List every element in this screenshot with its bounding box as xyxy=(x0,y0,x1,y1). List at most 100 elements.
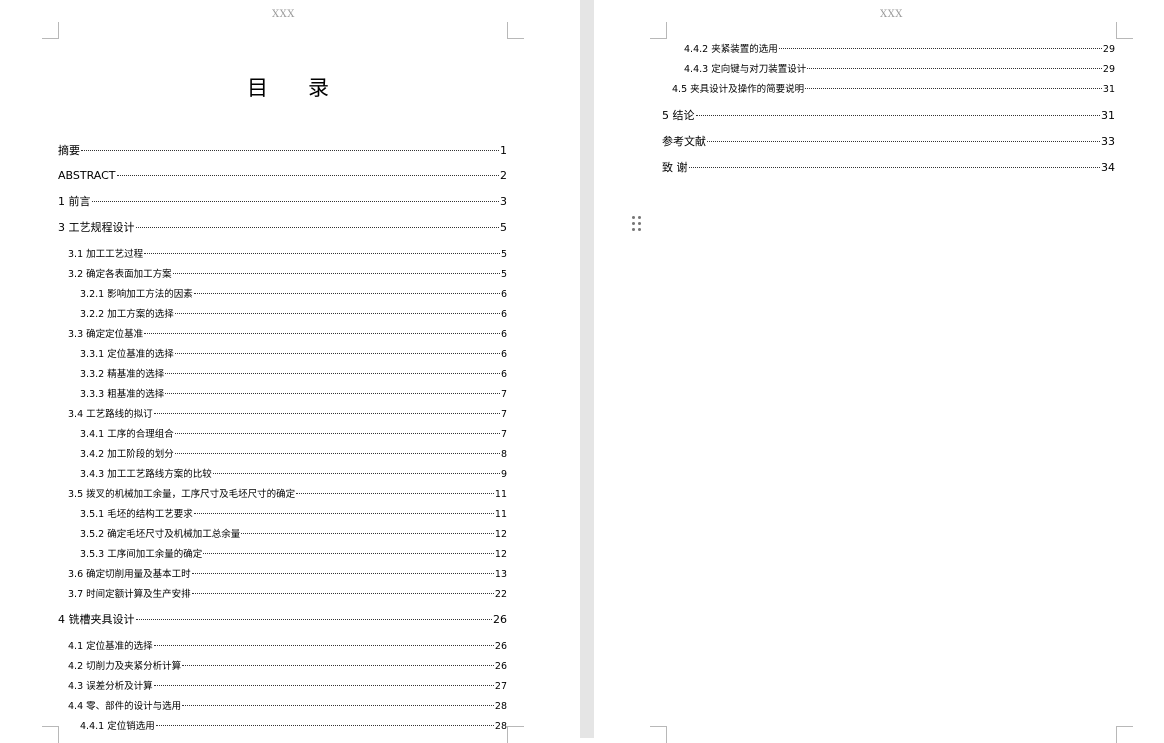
toc-entry[interactable]: 3.3.3 粗基准的选择 7 xyxy=(80,387,507,403)
toc-entry[interactable]: 参考文献 33 xyxy=(662,134,1115,150)
toc-entry-page-number: 7 xyxy=(500,429,507,440)
toc-entry-page-number: 33 xyxy=(1101,135,1115,148)
margin-corner-mark xyxy=(1116,726,1133,743)
toc-entry[interactable]: ABSTRACT 2 xyxy=(58,168,507,184)
toc-entry[interactable]: 4.3 误差分析及计算 27 xyxy=(68,679,507,695)
toc-entry[interactable]: 3.4.3 加工工艺路线方案的比较 9 xyxy=(80,467,507,483)
toc-entry-page-number: 26 xyxy=(494,641,507,652)
toc-entry[interactable]: 4 铣槽夹具设计 26 xyxy=(58,612,507,628)
toc-entry[interactable]: 1 前言 3 xyxy=(58,194,507,210)
toc-entry[interactable]: 3.2.1 影响加工方法的因素 6 xyxy=(80,287,507,303)
toc-dot-leader xyxy=(144,333,500,334)
toc-entry-label: 3.4.2 加工阶段的划分 xyxy=(80,449,174,460)
page-gutter xyxy=(580,0,594,738)
toc-entry[interactable]: 4.4.1 定位销选用 28 xyxy=(80,719,507,735)
toc-entry[interactable]: 3.6 确定切削用量及基本工时 13 xyxy=(68,567,507,583)
toc-entry[interactable]: 3.2.2 加工方案的选择 6 xyxy=(80,307,507,323)
toc-entry-page-number: 7 xyxy=(500,409,507,420)
margin-corner-mark xyxy=(507,726,524,743)
toc-entry-label: 1 前言 xyxy=(58,195,91,208)
toc-entry-page-number: 6 xyxy=(500,369,507,380)
toc-entry-label: ABSTRACT xyxy=(58,169,116,182)
margin-corner-mark xyxy=(650,22,667,39)
toc-dot-leader xyxy=(81,150,499,151)
toc-entry[interactable]: 3.5.1 毛坯的结构工艺要求 11 xyxy=(80,507,507,523)
toc-dot-leader xyxy=(203,553,494,554)
toc-entry[interactable]: 4.4.2 夹紧装置的选用 29 xyxy=(684,42,1115,58)
toc-entry[interactable]: 3.3.2 精基准的选择 6 xyxy=(80,367,507,383)
toc-entry[interactable]: 4.4 零、部件的设计与选用 28 xyxy=(68,699,507,715)
toc-entry-label: 3.2.2 加工方案的选择 xyxy=(80,309,174,320)
toc-dot-leader xyxy=(174,313,500,314)
toc-entry-page-number: 28 xyxy=(494,721,507,732)
toc-dot-leader xyxy=(172,273,500,274)
toc-dot-leader xyxy=(174,353,500,354)
toc-dot-leader xyxy=(241,533,494,534)
toc-dot-leader xyxy=(688,167,1100,168)
toc-entry[interactable]: 3.1 加工工艺过程 5 xyxy=(68,247,507,263)
toc-entry-label: 4.4.1 定位销选用 xyxy=(80,721,155,732)
toc-entry-page-number: 13 xyxy=(494,569,507,580)
toc-entry-label: 4.4 零、部件的设计与选用 xyxy=(68,701,182,712)
toc-entry-label: 致 谢 xyxy=(662,161,688,174)
toc-dot-leader xyxy=(707,141,1100,142)
toc-entry[interactable]: 3.4.1 工序的合理组合 7 xyxy=(80,427,507,443)
toc-entry-page-number: 26 xyxy=(494,661,507,672)
toc-entry-label: 3.1 加工工艺过程 xyxy=(68,249,144,260)
toc-entry[interactable]: 4.2 切削力及夹紧分析计算 26 xyxy=(68,659,507,675)
toc-dot-leader xyxy=(212,473,500,474)
toc-entry-page-number: 22 xyxy=(494,589,507,600)
toc-entry-page-number: 5 xyxy=(500,221,507,234)
toc-entry-page-number: 8 xyxy=(500,449,507,460)
toc-entry-label: 4.4.2 夹紧装置的选用 xyxy=(684,44,778,55)
toc-entry-label: 3.6 确定切削用量及基本工时 xyxy=(68,569,191,580)
page-header: XXX xyxy=(880,9,903,20)
toc-entry-page-number: 11 xyxy=(494,489,507,500)
toc-entry[interactable]: 3.3 确定定位基准 6 xyxy=(68,327,507,343)
toc-entry-page-number: 12 xyxy=(494,549,507,560)
margin-corner-mark xyxy=(507,22,524,39)
toc-entry-page-number: 31 xyxy=(1101,109,1115,122)
toc-dot-leader xyxy=(695,115,1100,116)
toc-dot-leader xyxy=(153,685,494,686)
toc-dot-leader xyxy=(135,227,499,228)
toc-entry-label: 3.4 工艺路线的拟订 xyxy=(68,409,153,420)
toc-entry[interactable]: 3.5.2 确定毛坯尺寸及机械加工总余量 12 xyxy=(80,527,507,543)
toc-entry-page-number: 31 xyxy=(1102,84,1115,95)
toc-entry[interactable]: 3.5 拨叉的机械加工余量，工序尺寸及毛坯尺寸的确定 11 xyxy=(68,487,507,503)
toc-entry[interactable]: 3.7 时间定额计算及生产安排 22 xyxy=(68,587,507,603)
toc-entry[interactable]: 3.3.1 定位基准的选择 6 xyxy=(80,347,507,363)
toc-entry-label: 3.5 拨叉的机械加工余量，工序尺寸及毛坯尺寸的确定 xyxy=(68,489,296,500)
toc-entry[interactable]: 4.4.3 定向键与对刀装置设计 29 xyxy=(684,62,1115,78)
toc-entry[interactable]: 3 工艺规程设计 5 xyxy=(58,220,507,236)
toc-entry[interactable]: 4.5 夹具设计及操作的简要说明 31 xyxy=(672,82,1115,98)
toc-entry-page-number: 29 xyxy=(1102,64,1115,75)
toc-dot-leader xyxy=(135,619,492,620)
toc-dot-leader xyxy=(144,253,500,254)
toc-entry-label: 摘要 xyxy=(58,144,80,157)
toc-entry[interactable]: 致 谢 34 xyxy=(662,160,1115,176)
toc-entry-page-number: 6 xyxy=(500,289,507,300)
drag-handle-icon[interactable] xyxy=(632,216,641,232)
toc-entry[interactable]: 3.5.3 工序间加工余量的确定 12 xyxy=(80,547,507,563)
toc-entry[interactable]: 5 结论 31 xyxy=(662,108,1115,124)
margin-corner-mark xyxy=(1116,22,1133,39)
toc-entry[interactable]: 摘要 1 xyxy=(58,143,507,159)
toc-dot-leader xyxy=(778,48,1102,49)
toc-dot-leader xyxy=(116,175,499,176)
toc-entry-page-number: 29 xyxy=(1102,44,1115,55)
toc-entry-page-number: 12 xyxy=(494,529,507,540)
toc-entry-page-number: 28 xyxy=(494,701,507,712)
toc-entry[interactable]: 3.4.2 加工阶段的划分 8 xyxy=(80,447,507,463)
toc-entry-label: 3 工艺规程设计 xyxy=(58,221,135,234)
toc-entry-page-number: 34 xyxy=(1101,161,1115,174)
margin-corner-mark xyxy=(42,726,59,743)
toc-dot-leader xyxy=(174,453,500,454)
toc-entry-label: 3.5.3 工序间加工余量的确定 xyxy=(80,549,203,560)
toc-entry-page-number: 6 xyxy=(500,309,507,320)
toc-entry-page-number: 1 xyxy=(500,144,507,157)
toc-entry[interactable]: 4.1 定位基准的选择 26 xyxy=(68,639,507,655)
toc-entry[interactable]: 3.4 工艺路线的拟订 7 xyxy=(68,407,507,423)
toc-entry[interactable]: 3.2 确定各表面加工方案 5 xyxy=(68,267,507,283)
toc-dot-leader xyxy=(191,573,494,574)
